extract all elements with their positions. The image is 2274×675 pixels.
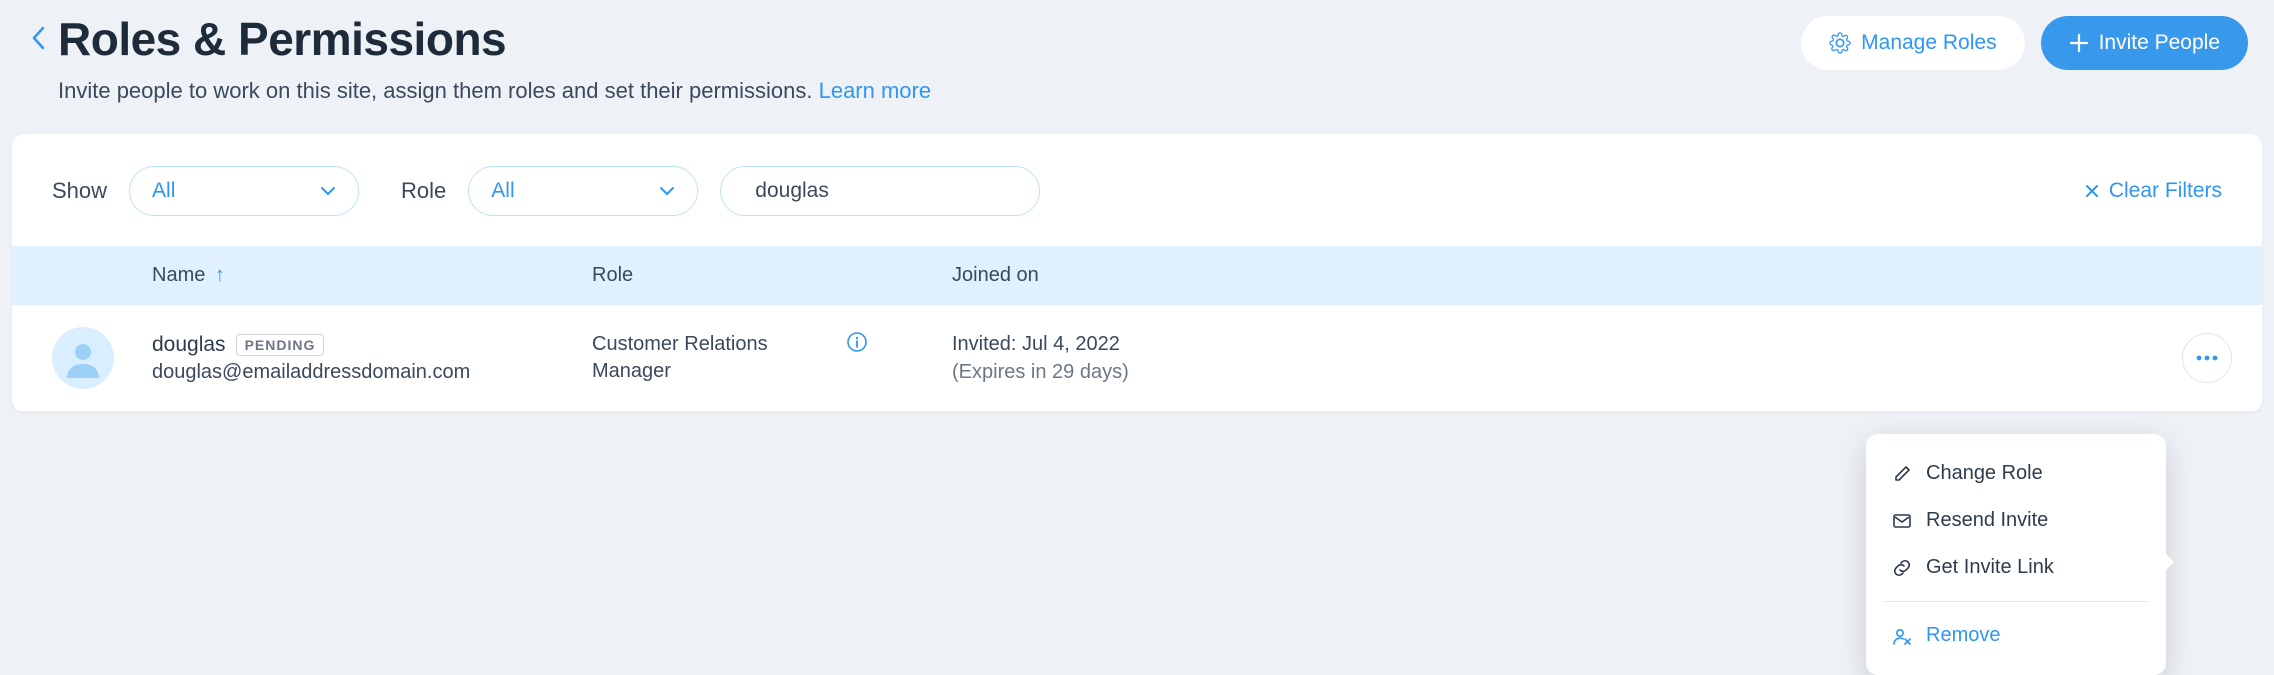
- invited-date: Invited: Jul 4, 2022: [952, 330, 1452, 358]
- row-actions-menu: Change Role Resend Invite Get Invite Lin…: [1866, 434, 2166, 675]
- column-header-joined[interactable]: Joined on: [952, 264, 1352, 287]
- subtitle-text: Invite people to work on this site, assi…: [58, 78, 819, 103]
- remove-user-icon: [1892, 626, 1912, 646]
- page-subtitle: Invite people to work on this site, assi…: [58, 78, 1801, 104]
- status-badge: PENDING: [236, 334, 325, 356]
- chevron-left-icon: [31, 26, 45, 50]
- role-text: Customer Relations Manager: [592, 331, 832, 385]
- table-row: douglas PENDING douglas@emailaddressdoma…: [12, 305, 2262, 412]
- pencil-icon: [1892, 464, 1912, 484]
- menu-remove[interactable]: Remove: [1866, 612, 2166, 659]
- gear-icon: [1829, 32, 1851, 54]
- user-email: douglas@emailaddressdomain.com: [152, 361, 592, 384]
- role-label: Role: [401, 178, 446, 204]
- invite-people-button[interactable]: Invite People: [2041, 16, 2248, 70]
- learn-more-link[interactable]: Learn more: [819, 78, 932, 103]
- clear-filters-label: Clear Filters: [2109, 179, 2222, 203]
- column-header-name[interactable]: Name ↑: [52, 264, 592, 287]
- avatar: [52, 327, 114, 389]
- manage-roles-label: Manage Roles: [1861, 31, 1996, 55]
- permissions-card: Show All Role All Clear Filters Name: [12, 134, 2262, 412]
- cell-role: Customer Relations Manager: [592, 331, 952, 385]
- info-icon[interactable]: [846, 331, 868, 353]
- row-actions-button[interactable]: [2182, 333, 2232, 383]
- envelope-icon: [1892, 511, 1912, 531]
- person-icon: [63, 338, 103, 378]
- user-name: douglas: [152, 333, 226, 357]
- close-icon: [2085, 184, 2099, 198]
- cell-joined: Invited: Jul 4, 2022 (Expires in 29 days…: [952, 330, 1452, 386]
- page-header: Roles & Permissions Invite people to wor…: [0, 12, 2274, 134]
- menu-get-invite-link[interactable]: Get Invite Link: [1866, 544, 2166, 591]
- filter-bar: Show All Role All Clear Filters: [12, 134, 2262, 246]
- invite-people-label: Invite People: [2099, 31, 2220, 55]
- table-header: Name ↑ Role Joined on: [12, 246, 2262, 305]
- menu-change-role[interactable]: Change Role: [1866, 450, 2166, 497]
- sort-ascending-icon: ↑: [215, 264, 225, 286]
- expires-text: (Expires in 29 days): [952, 358, 1452, 386]
- chevron-down-icon: [659, 186, 675, 196]
- show-filter-dropdown[interactable]: All: [129, 166, 359, 216]
- menu-divider: [1884, 601, 2148, 602]
- more-icon: [2195, 355, 2219, 361]
- cell-name: douglas PENDING douglas@emailaddressdoma…: [152, 333, 592, 384]
- link-icon: [1892, 558, 1912, 578]
- show-label: Show: [52, 178, 107, 204]
- page-title: Roles & Permissions: [58, 12, 1801, 66]
- column-header-role[interactable]: Role: [592, 264, 952, 287]
- role-filter-value: All: [491, 179, 514, 203]
- role-filter-dropdown[interactable]: All: [468, 166, 698, 216]
- search-input[interactable]: [755, 179, 1026, 203]
- plus-icon: [2069, 33, 2089, 53]
- search-box[interactable]: [720, 166, 1040, 216]
- show-filter-value: All: [152, 179, 175, 203]
- chevron-down-icon: [320, 186, 336, 196]
- menu-resend-invite[interactable]: Resend Invite: [1866, 497, 2166, 544]
- manage-roles-button[interactable]: Manage Roles: [1801, 16, 2024, 70]
- back-button[interactable]: [18, 12, 58, 50]
- clear-filters-button[interactable]: Clear Filters: [2085, 179, 2222, 203]
